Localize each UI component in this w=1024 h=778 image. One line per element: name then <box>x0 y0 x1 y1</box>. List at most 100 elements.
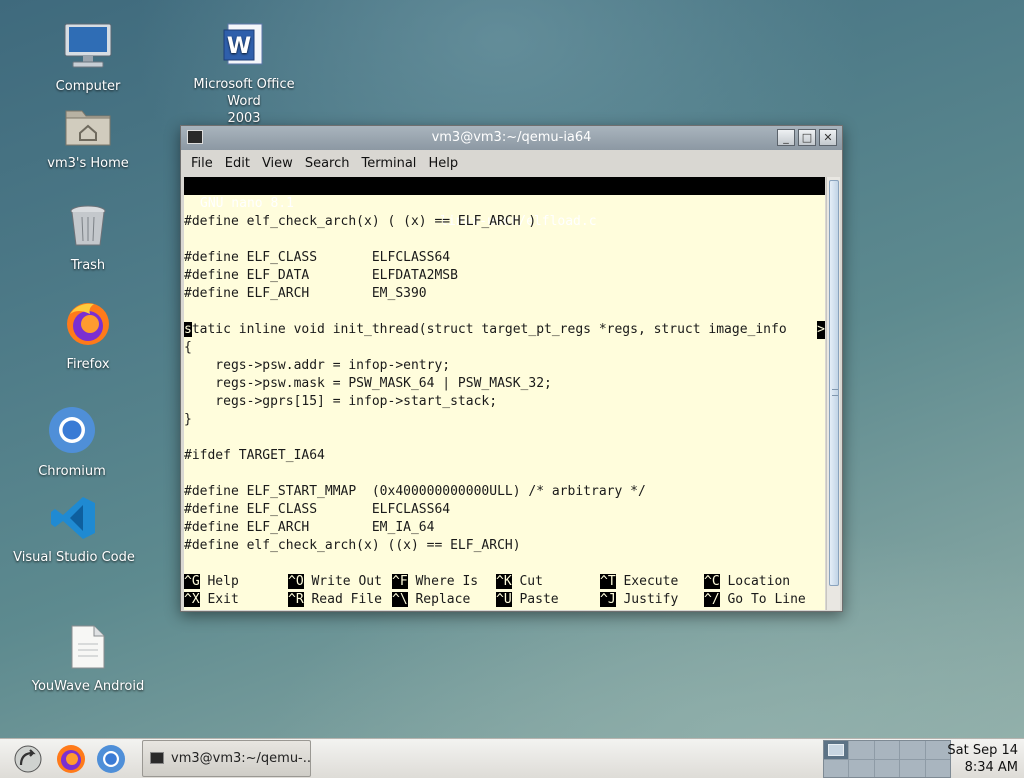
desktop-icon-label: Chromium <box>38 464 106 479</box>
chromium-icon <box>49 407 95 453</box>
clock-time: 8:34 AM <box>964 760 1018 775</box>
menu-bar: File Edit View Search Terminal Help <box>181 150 842 177</box>
shortcut-key: ^/ <box>704 592 720 607</box>
code-line: regs->psw.addr = infop->entry; <box>184 358 451 373</box>
code-line: regs->psw.mask = PSW_MASK_64 | PSW_MASK_… <box>184 376 552 391</box>
shortcut-label: Cut <box>519 574 543 589</box>
shortcut-paste[interactable]: ^U Paste <box>496 591 559 609</box>
code-line: { <box>184 340 192 355</box>
desktop-icon-label: YouWave Android <box>31 679 145 694</box>
maximize-button[interactable]: □ <box>798 129 816 146</box>
computer-icon <box>64 23 112 68</box>
workspace-7[interactable] <box>849 760 874 777</box>
system-menu-icon[interactable] <box>12 743 44 775</box>
workspace-pager[interactable] <box>823 740 951 778</box>
workspace-2[interactable] <box>849 741 874 759</box>
desktop-icon-computer[interactable]: Computer <box>23 22 153 95</box>
shortcut-label: Replace <box>415 592 471 607</box>
menu-search[interactable]: Search <box>299 156 356 171</box>
workspace-6[interactable] <box>824 760 849 777</box>
desktop-icon-home[interactable]: vm3's Home <box>23 103 153 172</box>
truncation-marker: > <box>817 321 825 339</box>
scrollbar-grip-icon <box>832 389 838 396</box>
vscode-icon <box>51 497 95 539</box>
workspace-8[interactable] <box>874 760 900 777</box>
shortcut-cut[interactable]: ^K Cut <box>496 573 543 591</box>
shortcut-help[interactable]: ^G Help <box>184 573 239 591</box>
home-folder-icon <box>65 110 111 146</box>
shortcut-key: ^C <box>704 574 720 589</box>
workspace-9[interactable] <box>900 760 925 777</box>
shortcut-label: Exit <box>207 592 239 607</box>
shortcut-label: Read File <box>311 592 382 607</box>
terminal-scrollbar[interactable] <box>826 177 840 610</box>
workspace-5[interactable] <box>925 741 950 759</box>
workspace-1[interactable] <box>824 741 849 759</box>
code-line-text: tatic inline void init_thread(struct tar… <box>191 322 795 337</box>
workspace-3[interactable] <box>874 741 900 759</box>
desktop-icon-word[interactable]: W Microsoft Office Word 2003 <box>179 22 309 127</box>
task-label: vm3@vm3:~/qemu-... <box>171 751 311 766</box>
shortcut-justify[interactable]: ^J Justify <box>600 591 678 609</box>
desktop-icon-label: Visual Studio Code <box>13 550 135 565</box>
minimize-button[interactable]: _ <box>777 129 795 146</box>
firefox-launcher-icon[interactable] <box>55 743 87 775</box>
menu-view[interactable]: View <box>256 156 299 171</box>
code-line: } <box>184 412 192 427</box>
code-line: #define ELF_ARCH EM_S390 <box>184 286 427 301</box>
window-title: vm3@vm3:~/qemu-ia64 <box>431 130 592 145</box>
shortcut-go-to-line[interactable]: ^/ Go To Line <box>704 591 806 609</box>
clock[interactable]: Sat Sep 14 8:34 AM <box>947 742 1018 776</box>
code-line: regs->gprs[15] = infop->start_stack; <box>184 394 498 409</box>
code-line: #define ELF_CLASS ELFCLASS64 <box>184 250 451 265</box>
menu-file[interactable]: File <box>185 156 219 171</box>
shortcut-label: Justify <box>623 592 679 607</box>
terminal-content[interactable]: GNU nano 8.1 linux-user/elfload.c #defin… <box>184 177 825 610</box>
shortcut-location[interactable]: ^C Location <box>704 573 790 591</box>
file-icon <box>71 625 105 669</box>
shortcut-label: Go To Line <box>727 592 806 607</box>
code-line-current: static inline void init_thread(struct ta… <box>184 321 825 339</box>
code-line: #define ELF_CLASS ELFCLASS64 <box>184 502 451 517</box>
shortcut-key: ^R <box>288 592 304 607</box>
desktop-icon-firefox[interactable]: Firefox <box>23 300 153 373</box>
word-icon: W <box>223 23 263 65</box>
shortcut-read-file[interactable]: ^R Read File <box>288 591 382 609</box>
shortcut-exit[interactable]: ^X Exit <box>184 591 239 609</box>
shortcut-label: Write Out <box>311 574 382 589</box>
desktop-icon-vscode[interactable]: Visual Studio Code <box>9 495 139 566</box>
nano-header: GNU nano 8.1 linux-user/elfload.c <box>184 177 825 229</box>
terminal-task-icon <box>150 752 164 764</box>
chromium-launcher-icon[interactable] <box>95 743 127 775</box>
menu-edit[interactable]: Edit <box>219 156 256 171</box>
shortcut-replace[interactable]: ^\ Replace <box>392 591 470 609</box>
firefox-icon <box>67 303 109 345</box>
shortcut-where-is[interactable]: ^F Where Is <box>392 573 478 591</box>
code-line: #define ELF_START_MMAP (0x400000000000UL… <box>184 484 646 499</box>
shortcut-key: ^J <box>600 592 616 607</box>
desktop-icon-trash[interactable]: Trash <box>23 203 153 274</box>
desktop-icon-youwave[interactable]: YouWave Android <box>23 624 153 695</box>
window-titlebar[interactable]: vm3@vm3:~/qemu-ia64 _ □ ✕ <box>181 126 842 150</box>
terminal-window[interactable]: vm3@vm3:~/qemu-ia64 _ □ ✕ File Edit View… <box>180 125 843 612</box>
shortcut-label: Help <box>207 574 239 589</box>
taskbar-task-terminal[interactable]: vm3@vm3:~/qemu-... <box>142 740 311 777</box>
workspace-10[interactable] <box>925 760 950 777</box>
desktop-icon-label: Trash <box>70 258 106 273</box>
shortcut-label: Execute <box>623 574 679 589</box>
clock-date: Sat Sep 14 <box>947 743 1018 758</box>
shortcut-execute[interactable]: ^T Execute <box>600 573 678 591</box>
shortcut-label: Where Is <box>415 574 479 589</box>
code-line: #ifdef TARGET_IA64 <box>184 448 325 463</box>
scrollbar-thumb[interactable] <box>829 180 839 586</box>
shortcut-key: ^X <box>184 592 200 607</box>
code-line: #define elf_check_arch(x) ((x) == ELF_AR… <box>184 538 521 553</box>
svg-text:W: W <box>227 34 251 59</box>
close-button[interactable]: ✕ <box>819 129 837 146</box>
menu-help[interactable]: Help <box>422 156 464 171</box>
desktop-icon-chromium[interactable]: Chromium <box>7 405 137 480</box>
shortcut-write-out[interactable]: ^O Write Out <box>288 573 382 591</box>
shortcut-key: ^O <box>288 574 304 589</box>
menu-terminal[interactable]: Terminal <box>355 156 422 171</box>
workspace-4[interactable] <box>900 741 925 759</box>
